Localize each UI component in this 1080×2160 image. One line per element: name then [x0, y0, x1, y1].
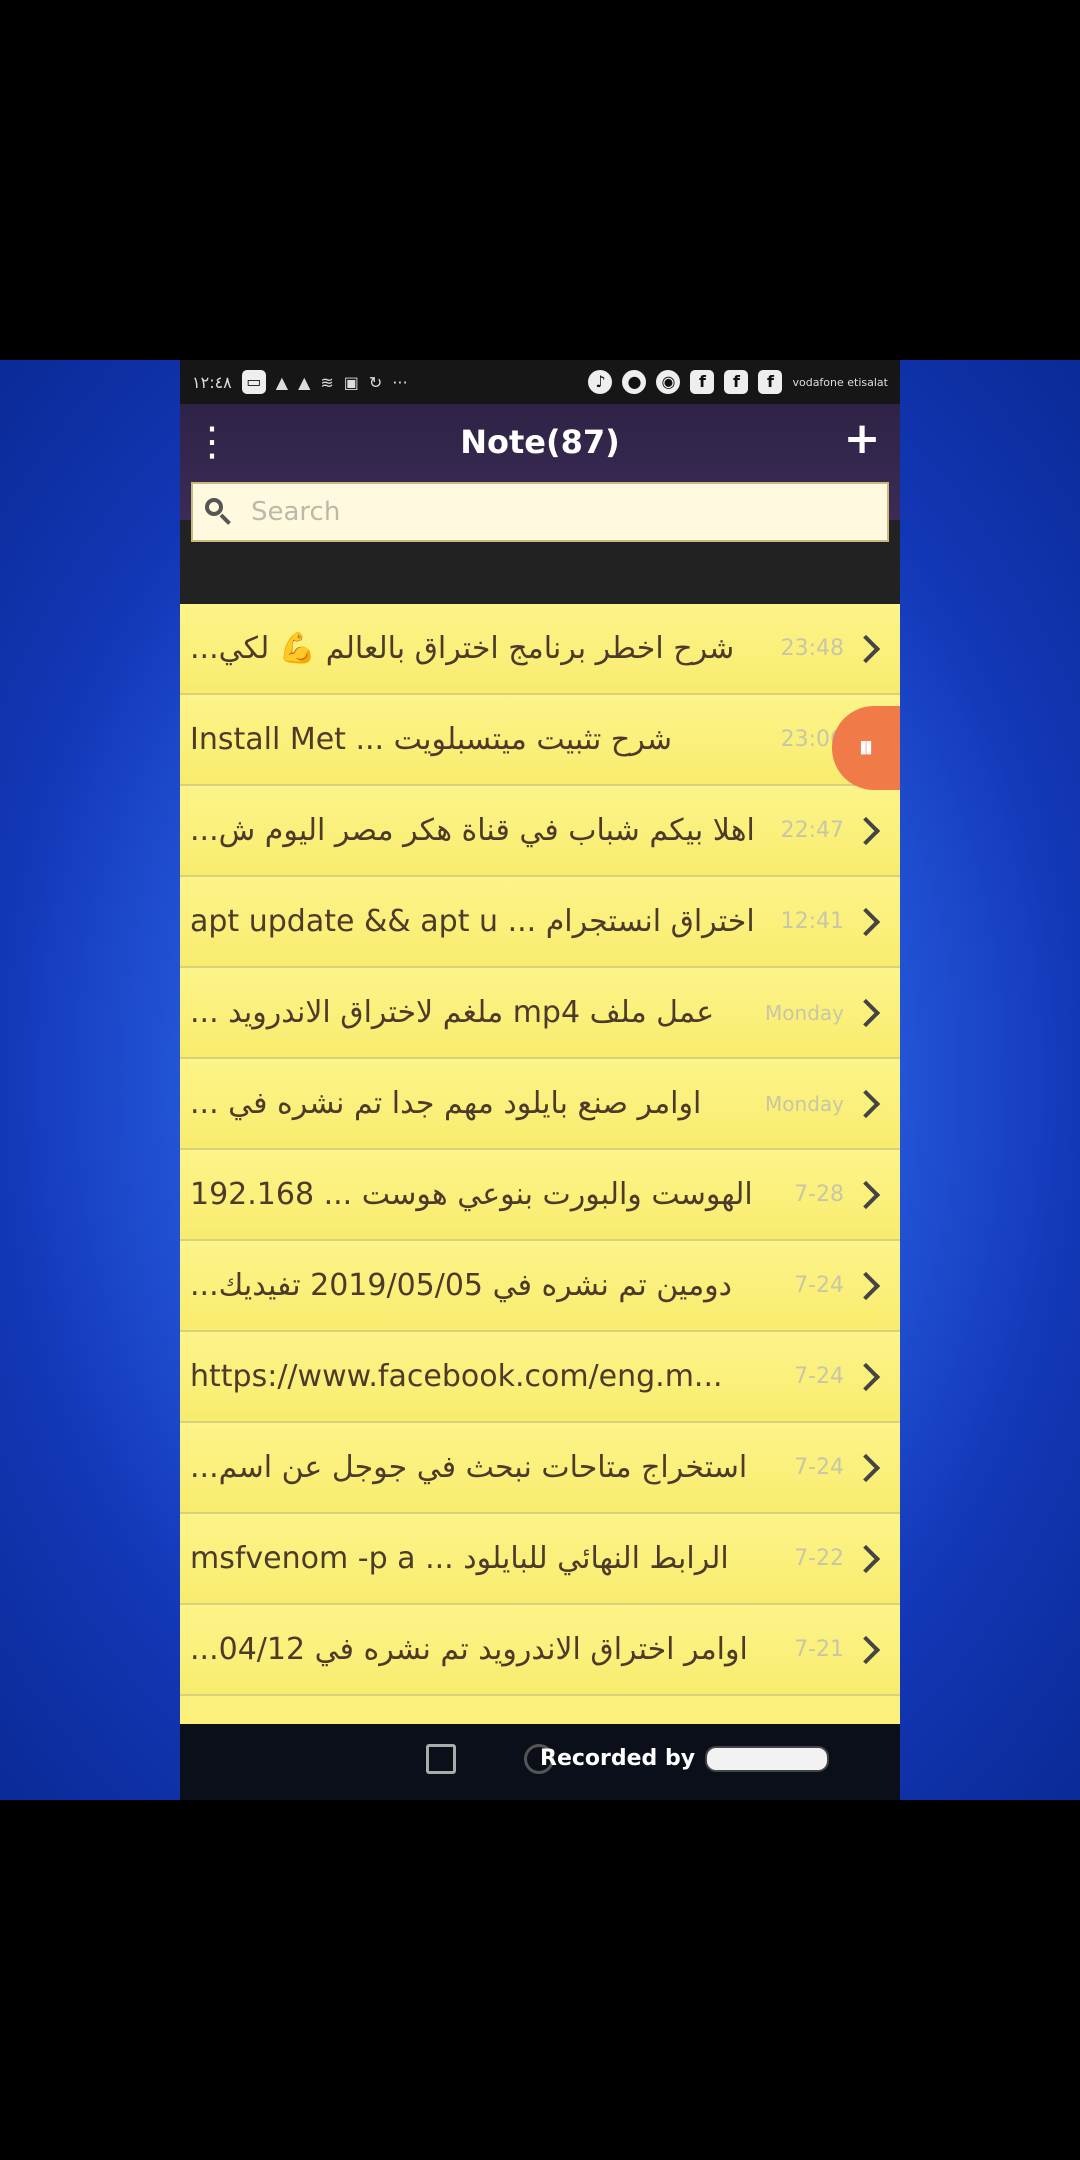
facebook-icon-3: f	[758, 370, 783, 394]
note-time: 7-21	[794, 1637, 844, 1662]
note-title: اختراق انستجرام ... apt update && apt u	[190, 904, 755, 939]
nav-bar: Recorded by	[180, 1724, 900, 1800]
recorder-logo-icon	[705, 1746, 830, 1772]
chevron-right-icon	[851, 634, 881, 663]
note-row[interactable]: استخراج متاحات نبحث في جوجل عن اسم... 7-…	[180, 1423, 900, 1514]
note-row[interactable]: https://www.facebook.com/eng.m... 7-24	[180, 1332, 900, 1423]
carrier-label: vodafone etisalat	[792, 375, 888, 389]
app-bar: ⋮ Note(87) +	[180, 404, 900, 542]
note-title: الهوست والبورت بنوعي هوست ... 192.168	[190, 1177, 753, 1212]
note-time: Monday	[765, 1000, 844, 1025]
chevron-right-icon	[851, 1180, 881, 1209]
chevron-right-icon	[851, 1453, 881, 1482]
note-row[interactable]: شرح اخطر برنامج اختراق بالعالم 💪 لكي... …	[180, 604, 900, 695]
note-title: دومين تم نشره في 2019/05/05 تفيديك...	[190, 1268, 733, 1303]
note-row[interactable]: عمل ملف mp4 ملغم لاختراق الاندرويد ... M…	[180, 968, 900, 1059]
whatsapp-icon: ◉	[656, 370, 681, 394]
note-time: 7-24	[794, 1455, 844, 1480]
note-row[interactable]: الرابط النهائي للبايلود ... msfvenom -p …	[180, 1514, 900, 1605]
note-title: عمل ملف mp4 ملغم لاختراق الاندرويد ...	[190, 995, 715, 1030]
chevron-right-icon	[851, 1362, 881, 1391]
sync-icon: ↻	[368, 372, 383, 392]
note-title: الرابط النهائي للبايلود ... msfvenom -p …	[190, 1541, 729, 1576]
more-dots-icon: ···	[392, 372, 408, 392]
page-title: Note(87)	[460, 423, 620, 461]
note-row[interactable]: دومين تم نشره في 2019/05/05 تفيديك... 7-…	[180, 1241, 900, 1332]
note-row[interactable]: الهوست والبورت بنوعي هوست ... 192.168 7-…	[180, 1150, 900, 1241]
chevron-right-icon	[851, 1271, 881, 1300]
note-title: اوامر اختراق الاندرويد تم نشره في 04/12.…	[190, 1632, 748, 1667]
note-row[interactable]: اهلا بيكم شباب في قناة هكر مصر اليوم ش..…	[180, 786, 900, 877]
status-bar: ١٢:٤٨ ▭ ▲ ▲ ≋ ▣ ↻ ··· ♪ ● ◉ f f f vodafo…	[180, 360, 900, 404]
battery-icon: ▭	[241, 370, 266, 394]
chevron-right-icon	[851, 1544, 881, 1573]
note-row[interactable]: اوامر اختراق الاندرويد تم نشره في 04/12.…	[180, 1605, 900, 1696]
recorder-watermark: Recorded by	[540, 1742, 830, 1776]
status-left: ١٢:٤٨ ▭ ▲ ▲ ≋ ▣ ↻ ···	[192, 370, 408, 394]
note-time: Monday	[765, 1091, 844, 1116]
wifi-icon: ≋	[320, 372, 334, 392]
note-title: استخراج متاحات نبحث في جوجل عن اسم...	[190, 1450, 748, 1485]
status-right: ♪ ● ◉ f f f vodafone etisalat	[588, 370, 888, 394]
note-time: 7-24	[794, 1364, 844, 1389]
note-time: 7-28	[794, 1182, 844, 1207]
facebook-icon: f	[690, 370, 715, 394]
chevron-right-icon	[851, 1635, 881, 1664]
music-icon: ♪	[588, 370, 613, 394]
note-title: اهلا بيكم شباب في قناة هكر مصر اليوم ش..…	[190, 813, 755, 848]
search-icon	[205, 498, 233, 526]
note-row[interactable]: اوامر صنع بايلود مهم جدا تم نشره في ... …	[180, 1059, 900, 1150]
recent-apps-icon[interactable]	[426, 1744, 456, 1774]
note-time: 23:48	[780, 636, 844, 661]
notes-list: شرح اخطر برنامج اختراق بالعالم 💪 لكي... …	[180, 604, 900, 1724]
note-title: اوامر صنع بايلود مهم جدا تم نشره في ...	[190, 1086, 702, 1121]
chevron-right-icon	[851, 907, 881, 936]
messenger-icon: ●	[622, 370, 647, 394]
note-time: 7-22	[794, 1546, 844, 1571]
status-time: ١٢:٤٨	[192, 372, 232, 392]
chevron-right-icon	[851, 998, 881, 1027]
chevron-right-icon	[851, 1089, 881, 1118]
note-time: 22:47	[780, 818, 844, 843]
note-row[interactable]: اختراق انستجرام ... apt update && apt u …	[180, 877, 900, 968]
signal-icon-2: ▲	[298, 372, 311, 392]
chevron-right-icon	[851, 816, 881, 845]
signal-icon: ▲	[275, 372, 289, 392]
note-title: https://www.facebook.com/eng.m...	[190, 1359, 723, 1394]
watermark-label: Recorded by	[540, 1746, 696, 1771]
phone-screen: ١٢:٤٨ ▭ ▲ ▲ ≋ ▣ ↻ ··· ♪ ● ◉ f f f vodafo…	[180, 360, 900, 1800]
facebook-icon-2: f	[724, 370, 749, 394]
search-input[interactable]	[249, 496, 875, 528]
note-time: 12:41	[780, 909, 844, 934]
note-title: شرح اخطر برنامج اختراق بالعالم 💪 لكي...	[190, 631, 735, 666]
note-title: شرح تثبيت ميتسبلويت ... Install Met	[190, 722, 672, 757]
note-time: 7-24	[794, 1273, 844, 1298]
cast-icon: ▣	[343, 372, 359, 392]
add-note-button[interactable]: +	[842, 414, 882, 464]
note-row[interactable]: شرح تثبيت ميتسبلويت ... Install Met 23:0…	[180, 695, 900, 786]
search-bar[interactable]	[191, 482, 889, 542]
